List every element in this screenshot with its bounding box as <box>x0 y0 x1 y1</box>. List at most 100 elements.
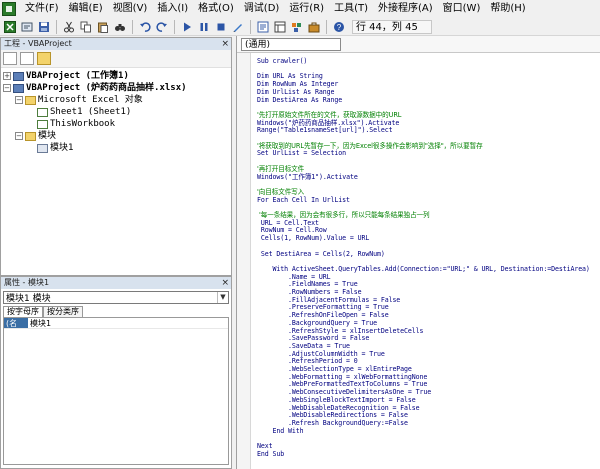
object-dropdown-value: 模块1 模块 <box>6 294 51 304</box>
toolbar-separator <box>326 19 327 34</box>
play-icon <box>184 22 191 31</box>
cursor-position-indicator: 行 44，列 45 <box>352 19 432 34</box>
tree-node-module1[interactable]: 模块1 <box>1 142 231 154</box>
property-name: (名称) <box>4 318 28 339</box>
object-browser-icon <box>292 22 301 32</box>
code-editor[interactable]: Sub crawler() Dim URL As String Dim RowNum… <box>237 53 600 469</box>
close-icon[interactable]: × <box>221 38 229 50</box>
menu-debug[interactable]: 调试(D) <box>239 0 285 18</box>
toolbar-separator <box>132 19 133 34</box>
object-browser-button[interactable] <box>289 19 305 35</box>
workbook-icon <box>37 119 48 129</box>
paste-button[interactable] <box>95 19 111 35</box>
tree-node-project-1[interactable]: + VBAProject (工作簿1) <box>1 70 231 82</box>
object-dropdown[interactable]: 模块1 模块 ▼ <box>3 291 229 304</box>
tree-node-label: VBAProject (炉药药商品抽样.xlsx) <box>26 83 187 93</box>
code-line[interactable]: Range("Table1snameSet[url]").Select <box>257 126 393 134</box>
excel-app-icon[interactable] <box>2 2 16 16</box>
cut-button[interactable] <box>61 19 77 35</box>
code-window: (通用) Sub crawler() Dim URL As String Dim R… <box>236 36 600 469</box>
code-window-header: (通用) <box>237 36 600 53</box>
binoculars-icon <box>115 23 125 31</box>
menu-edit[interactable]: 编辑(E) <box>64 0 108 18</box>
redo-button[interactable] <box>154 19 170 35</box>
tree-node-sheet1[interactable]: Sheet1 (Sheet1) <box>1 106 231 118</box>
chevron-down-icon[interactable]: ▼ <box>217 292 228 303</box>
insert-module-button[interactable] <box>19 19 35 35</box>
module-icon <box>37 143 48 153</box>
expand-icon[interactable]: + <box>3 72 11 80</box>
tree-node-label: Microsoft Excel 对象 <box>38 95 143 105</box>
menu-tools[interactable]: 工具(T) <box>329 0 373 18</box>
toolbar-separator <box>174 19 175 34</box>
close-icon[interactable]: × <box>221 277 229 289</box>
properties-pane-title: 属性 - 模块1 <box>4 278 50 287</box>
scissors-icon <box>64 21 74 32</box>
menu-format[interactable]: 格式(O) <box>193 0 239 18</box>
tree-node-thisworkbook[interactable]: ThisWorkbook <box>1 118 231 130</box>
code-line[interactable]: Set UrlList = Selection <box>257 149 346 157</box>
save-button[interactable] <box>36 19 52 35</box>
code-line[interactable]: End With <box>257 427 303 435</box>
properties-icon <box>274 21 286 32</box>
excel-icon <box>4 20 16 33</box>
tree-node-label: 模块 <box>38 131 57 141</box>
properties-grid: (名称) 模块1 <box>3 317 229 465</box>
break-button[interactable] <box>196 19 212 35</box>
toolbar-separator <box>56 19 57 34</box>
toggle-folders-button[interactable] <box>37 52 51 65</box>
project-explorer-button[interactable] <box>255 19 271 35</box>
menu-help[interactable]: 帮助(H) <box>485 0 530 18</box>
copy-button[interactable] <box>78 19 94 35</box>
toolbar-separator <box>250 19 251 34</box>
object-selector[interactable]: (通用) <box>241 37 341 51</box>
undo-button[interactable] <box>137 19 153 35</box>
find-button[interactable] <box>112 19 128 35</box>
reset-button[interactable] <box>213 19 229 35</box>
help-button[interactable]: ? <box>331 19 347 35</box>
vba-project-icon <box>13 83 24 93</box>
menu-file[interactable]: 文件(F) <box>20 0 64 18</box>
tree-node-modules[interactable]: − 模块 <box>1 130 231 142</box>
menu-insert[interactable]: 插入(I) <box>152 0 193 18</box>
property-row[interactable]: (名称) 模块1 <box>4 318 228 339</box>
tree-node-project-2[interactable]: − VBAProject (炉药药商品抽样.xlsx) <box>1 82 231 94</box>
help-icon: ? <box>334 21 344 32</box>
design-mode-button[interactable] <box>230 19 246 35</box>
folder-icon <box>25 95 36 105</box>
property-value[interactable]: 模块1 <box>28 318 51 328</box>
code-line[interactable]: Dim DestiArea As Range <box>257 96 342 104</box>
tab-categorized[interactable]: 按分类序 <box>43 306 83 317</box>
tab-alphabetic[interactable]: 按字母序 <box>3 306 43 317</box>
code-line[interactable]: Sub crawler() <box>257 57 307 65</box>
project-explorer-pane: 工程 - VBAProject × + VBAProject (工作簿1) − … <box>0 37 232 276</box>
code-line[interactable]: Cells(1, RowNum).Value = URL <box>257 234 369 242</box>
code-margin[interactable] <box>237 53 251 469</box>
properties-pane-titlebar: 属性 - 模块1 × <box>1 277 231 289</box>
project-pane-titlebar: 工程 - VBAProject × <box>1 38 231 50</box>
stop-icon <box>217 23 225 30</box>
code-line[interactable]: For Each Cell In UrlList <box>257 196 350 204</box>
menu-run[interactable]: 运行(R) <box>284 0 329 18</box>
collapse-icon[interactable]: − <box>3 84 11 92</box>
collapse-icon[interactable]: − <box>15 96 23 104</box>
properties-window-button[interactable] <box>272 19 288 35</box>
toolbox-button[interactable] <box>306 19 322 35</box>
code-line[interactable]: End Sub <box>257 450 284 458</box>
code-line[interactable]: Windows("工作簿1").Activate <box>257 173 358 181</box>
menu-window[interactable]: 窗口(W) <box>438 0 486 18</box>
run-button[interactable] <box>179 19 195 35</box>
folder-icon <box>25 131 36 141</box>
copy-icon <box>80 21 91 32</box>
pause-icon <box>200 22 208 31</box>
code-line[interactable]: Set DestiArea = Cells(2, RowNum) <box>257 250 385 258</box>
excel-view-button[interactable] <box>2 19 18 35</box>
menu-addins[interactable]: 外接程序(A) <box>373 0 438 18</box>
tree-node-excel-objects[interactable]: − Microsoft Excel 对象 <box>1 94 231 106</box>
menu-view[interactable]: 视图(V) <box>108 0 153 18</box>
collapse-icon[interactable]: − <box>15 132 23 140</box>
view-object-button[interactable] <box>20 52 34 65</box>
tree-node-label: Sheet1 (Sheet1) <box>50 107 132 117</box>
tree-node-label: VBAProject (工作簿1) <box>26 71 129 81</box>
view-code-button[interactable] <box>3 52 17 65</box>
